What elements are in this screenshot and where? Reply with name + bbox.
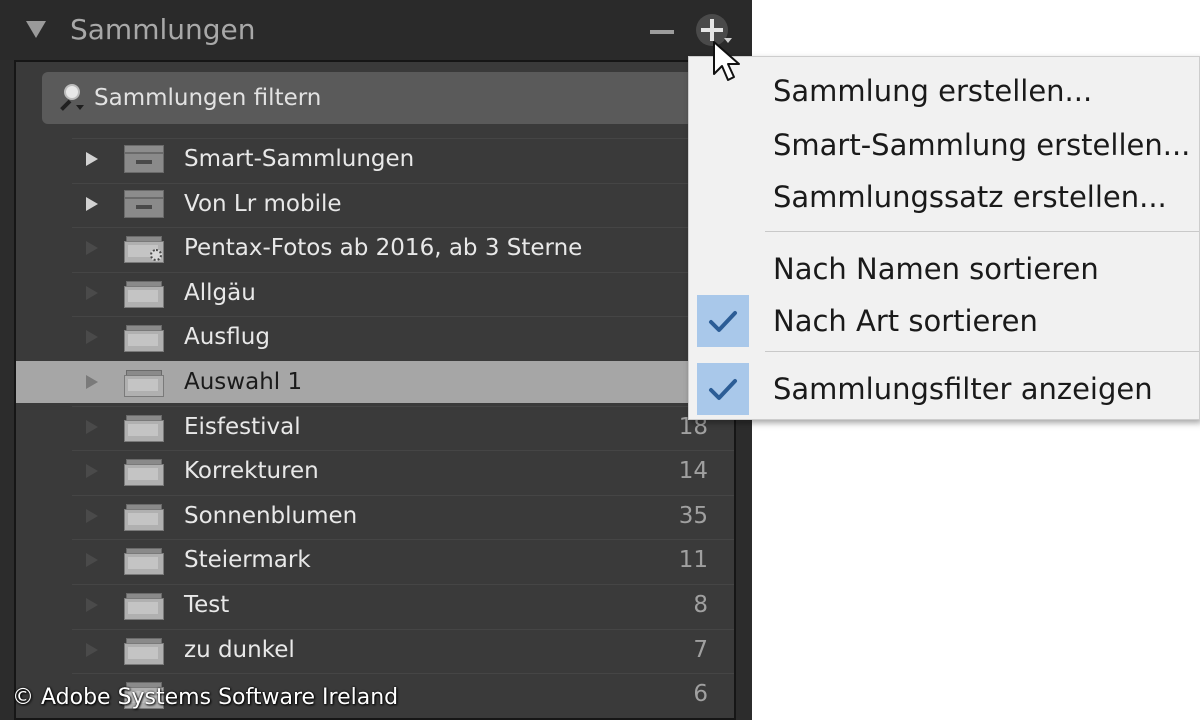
collection-row[interactable]: Pentax-Fotos ab 2016, ab 3 Sterne (16, 227, 734, 269)
panel-header: Sammlungen (0, 0, 752, 60)
expand-triangle-placeholder-icon (86, 375, 98, 389)
menu-separator (765, 231, 1199, 232)
collection-count: 14 (678, 458, 708, 485)
menu-item-create-collection[interactable]: Sammlung erstellen... (689, 65, 1199, 117)
menu-item-label: Sammlung erstellen... (773, 74, 1093, 108)
triangle-down-icon[interactable] (26, 21, 46, 38)
collection-name: Allgäu (184, 279, 256, 306)
collection-row[interactable]: Sonnenblumen 35 (16, 494, 734, 537)
collection-row[interactable]: Ausflug4 (16, 316, 734, 358)
collection-count: 8 (693, 592, 708, 618)
collection-filter-field[interactable]: Sammlungen filtern (42, 72, 736, 124)
collection-name: Eisfestival (184, 413, 301, 440)
collection-icon (124, 366, 164, 397)
menu-item-sort-by-name[interactable]: Nach Namen sortieren (689, 243, 1199, 295)
expand-triangle-placeholder-icon (86, 642, 98, 657)
check-highlight (697, 363, 749, 415)
collection-name: Korrekturen (184, 458, 319, 485)
menu-separator (765, 351, 1199, 352)
collection-set-icon (124, 143, 164, 173)
collection-name: Ausflug (184, 324, 270, 351)
menu-item-label: Nach Art sortieren (773, 304, 1038, 338)
collections-panel: Sammlungen Sammlungen filtern Smart-Samm… (0, 0, 752, 720)
collection-name: Von Lr mobile (184, 190, 342, 217)
expand-triangle-placeholder-icon (86, 464, 98, 479)
expand-triangle-icon[interactable] (86, 196, 98, 211)
panel-title[interactable]: Sammlungen (70, 12, 256, 48)
collection-count: 6 (693, 681, 708, 708)
expand-triangle-placeholder-icon (86, 285, 98, 300)
collection-name: Test (184, 592, 230, 618)
add-collection-menu: Sammlung erstellen... Smart-Sammlung erst… (688, 56, 1200, 420)
collection-name: Auswahl 1 (184, 369, 303, 395)
collection-row[interactable]: Auswahl 1 (16, 361, 734, 403)
checkmark-icon (709, 311, 737, 332)
collection-count: 35 (678, 502, 708, 529)
menu-item-show-collection-filter[interactable]: Sammlungsfilter anzeigen (689, 363, 1199, 415)
collection-row[interactable]: Von Lr mobile (16, 182, 734, 225)
collection-icon (124, 455, 164, 487)
menu-item-label: Sammlungssatz erstellen... (773, 180, 1167, 214)
mouse-pointer-icon (713, 41, 740, 81)
collection-row[interactable]: Korrekturen 14 (16, 450, 734, 492)
expand-triangle-placeholder-icon (86, 241, 98, 256)
collection-row[interactable]: Test 8 (16, 584, 734, 626)
expand-triangle-placeholder-icon (86, 553, 98, 568)
collection-icon (124, 321, 164, 353)
menu-item-create-collection-set[interactable]: Sammlungssatz erstellen... (689, 171, 1199, 223)
collection-name: Pentax-Fotos ab 2016, ab 3 Sterne (184, 235, 583, 262)
expand-triangle-placeholder-icon (86, 330, 98, 345)
collection-icon (124, 589, 164, 620)
expand-triangle-placeholder-icon (86, 419, 98, 434)
copyright-notice: © Adobe Systems Software Ireland (12, 685, 399, 710)
collection-row[interactable]: Steiermark 11 (16, 539, 734, 581)
collection-set-icon (124, 188, 164, 218)
expand-triangle-placeholder-icon (86, 598, 98, 612)
menu-item-label: Sammlungsfilter anzeigen (773, 372, 1153, 406)
check-highlight (697, 295, 749, 347)
collection-icon (124, 411, 164, 442)
collection-name: zu dunkel (184, 636, 295, 663)
expand-triangle-placeholder-icon (86, 508, 98, 523)
collection-name: Smart-Sammlungen (184, 146, 415, 172)
menu-item-label: Smart-Sammlung erstellen... (773, 128, 1191, 162)
smart-collection-icon (124, 232, 164, 264)
collection-count: 11 (678, 547, 708, 574)
collection-row[interactable]: Smart-Sammlungen (16, 138, 734, 180)
remove-collection-button[interactable] (646, 14, 680, 48)
collection-filter-placeholder: Sammlungen filtern (94, 85, 322, 111)
menu-item-label: Nach Namen sortieren (773, 252, 1099, 286)
menu-item-create-smart-collection[interactable]: Smart-Sammlung erstellen... (689, 119, 1199, 171)
collection-row[interactable]: Allgäu1 (16, 271, 734, 314)
collection-icon (124, 277, 164, 308)
menu-item-sort-by-kind[interactable]: Nach Art sortieren (689, 295, 1199, 347)
collection-icon (124, 500, 164, 531)
collection-row[interactable]: Eisfestival 18 (16, 405, 734, 448)
collection-icon (124, 544, 164, 576)
collection-name: Steiermark (184, 547, 311, 574)
collection-name: Sonnenblumen (184, 502, 358, 529)
collection-row[interactable]: zu dunkel 7 (16, 628, 734, 671)
search-icon[interactable] (56, 84, 86, 114)
expand-triangle-icon[interactable] (86, 152, 98, 166)
checkmark-icon (709, 379, 737, 400)
collection-icon (124, 634, 164, 665)
collections-list-area: Sammlungen filtern Smart-Sammlungen Von L… (14, 60, 736, 720)
collection-count: 7 (693, 636, 708, 663)
